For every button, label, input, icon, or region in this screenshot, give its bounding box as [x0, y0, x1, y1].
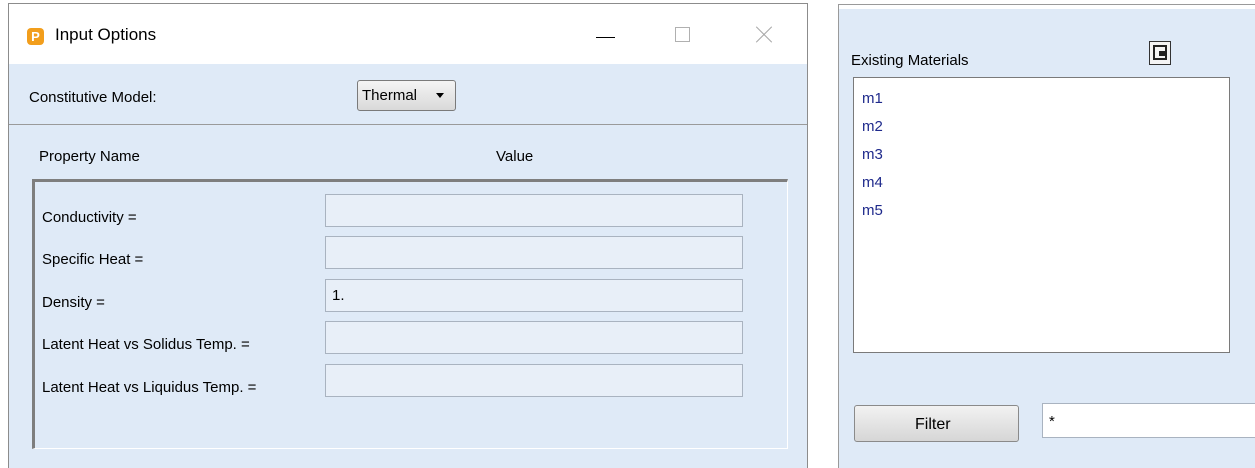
window-glyph-icon [1153, 45, 1167, 60]
materials-list[interactable]: m1 m2 m3 m4 m5 [853, 77, 1230, 353]
value-header: Value [496, 148, 534, 165]
density-label: Density = [42, 294, 105, 311]
density-input[interactable] [325, 279, 743, 312]
conductivity-input[interactable] [325, 194, 743, 227]
filter-button[interactable]: Filter [854, 405, 1019, 442]
list-item[interactable]: m5 [862, 202, 883, 219]
list-item[interactable]: m3 [862, 146, 883, 163]
list-item[interactable]: m2 [862, 118, 883, 135]
section-divider [9, 124, 807, 125]
specific-heat-input[interactable] [325, 236, 743, 269]
constitutive-model-value: Thermal [362, 87, 418, 104]
conductivity-label: Conductivity = [42, 209, 137, 226]
panel-top-strip [839, 5, 1255, 9]
existing-materials-title: Existing Materials [851, 52, 969, 69]
existing-materials-panel: Existing Materials m1 m2 m3 m4 m5 Filter [838, 4, 1255, 468]
input-options-window: P Input Options Constitutive Model: Ther… [8, 3, 808, 468]
latent-heat-solidus-input[interactable] [325, 321, 743, 354]
latent-heat-solidus-label: Latent Heat vs Solidus Temp. = [42, 336, 250, 353]
list-item[interactable]: m4 [862, 174, 883, 191]
window-title: Input Options [55, 25, 157, 44]
list-options-icon[interactable] [1149, 41, 1171, 65]
dropdown-arrow-icon [436, 93, 444, 98]
latent-heat-liquidus-input[interactable] [325, 364, 743, 397]
close-button[interactable] [744, 20, 784, 50]
filter-button-label: Filter [915, 416, 951, 433]
list-item[interactable]: m1 [862, 90, 883, 107]
property-name-header: Property Name [39, 148, 140, 165]
app-logo-icon: P [27, 28, 44, 45]
latent-heat-liquidus-label: Latent Heat vs Liquidus Temp. = [42, 379, 257, 396]
minimize-button[interactable] [586, 20, 626, 50]
filter-input[interactable] [1042, 403, 1255, 438]
maximize-button[interactable] [664, 20, 704, 50]
title-bar: P Input Options [9, 4, 807, 64]
properties-panel: Conductivity = Specific Heat = Density =… [32, 179, 788, 449]
specific-heat-label: Specific Heat = [42, 251, 144, 268]
constitutive-model-label: Constitutive Model: [29, 89, 157, 106]
constitutive-model-select[interactable]: Thermal [357, 80, 456, 111]
